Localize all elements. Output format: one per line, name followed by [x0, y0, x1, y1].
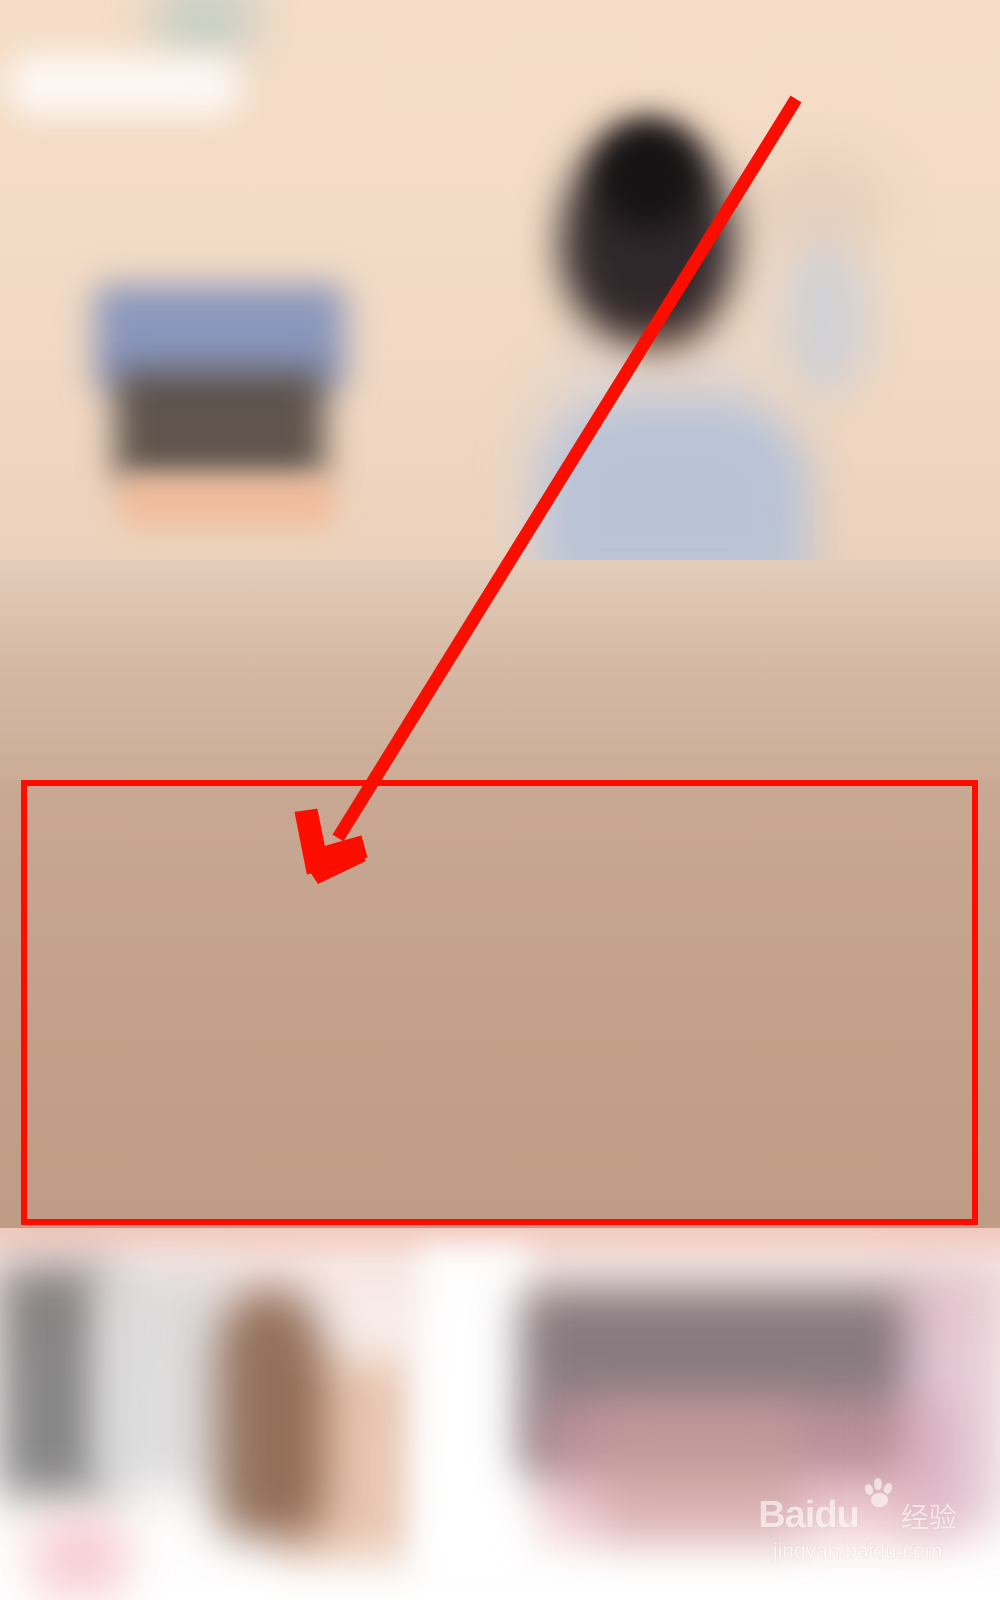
panel-top-gradient-band	[0, 560, 1000, 790]
tools-panel: 图片美化 人像美容	[0, 780, 1000, 1600]
blurred-photo-thumbnails-bottom	[0, 1228, 1000, 1600]
blurred-photo-backdrop-top	[0, 0, 1000, 600]
app-screenshot: 图片美化 人像美容	[0, 0, 1000, 1600]
